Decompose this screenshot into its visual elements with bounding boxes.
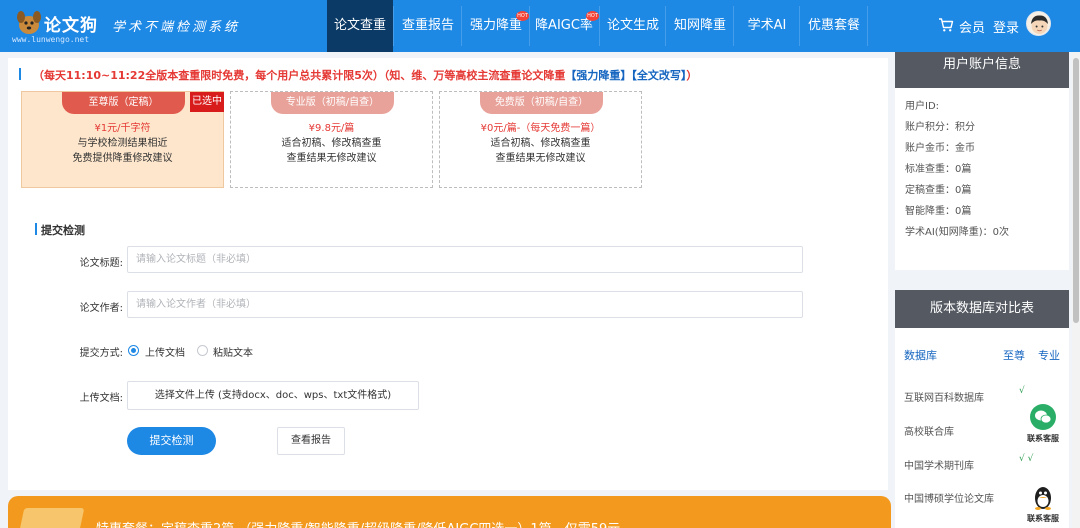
dog-logo-icon — [17, 11, 41, 34]
version-card-tab: 专业版（初稿/自查） — [271, 92, 394, 114]
nav-divider — [733, 6, 734, 46]
radio-upload-doc[interactable] — [128, 345, 139, 356]
member-link[interactable]: 会员 — [959, 17, 985, 36]
top-navbar: 论文狗 www.lunwengo.net 学术不端检测系统 论文查重 查重报告 … — [0, 0, 1080, 52]
scrollbar-thumb[interactable] — [1073, 58, 1079, 323]
nav-item-reduce-aigc[interactable]: 降AIGC率 — [531, 0, 597, 52]
version-price: ¥0元/篇-（每天免费一篇） — [480, 123, 601, 134]
db-row-name: 高校联合库 — [904, 427, 954, 438]
nav-divider — [599, 6, 600, 46]
nav-divider — [461, 6, 462, 46]
submit-method-label: 提交方式: — [79, 348, 123, 359]
db-row-name: 中国博硕学位论文库 — [904, 494, 994, 505]
avatar[interactable] — [1026, 11, 1051, 36]
nav-divider — [867, 6, 868, 46]
nav-divider — [393, 6, 394, 46]
promo-banner[interactable]: 特惠套餐：定稿查重2篇 （强力降重/智能降重/超级降重/降低AIGC四选一）1篇… — [8, 496, 891, 528]
version-desc-line2: 查重结果无修改建议 — [286, 153, 377, 164]
radio-paste-text-label[interactable]: 粘贴文本 — [213, 344, 253, 359]
db-col-database: 数据库 — [904, 349, 937, 362]
version-desc-line1: 适合初稿、修改稿查重 — [490, 138, 591, 149]
nav-divider — [665, 6, 666, 46]
view-report-button[interactable]: 查看报告 — [277, 427, 345, 455]
strong-rewrite-link[interactable]: 【强力降重】 — [565, 69, 631, 82]
db-col-supreme: 至尊 — [1003, 349, 1025, 362]
wechat-icon[interactable] — [1030, 404, 1056, 430]
paper-author-input[interactable] — [127, 291, 803, 318]
version-desc-line2: 查重结果无修改建议 — [495, 153, 586, 164]
hot-badge: HOT — [516, 11, 529, 21]
cart-icon[interactable] — [938, 17, 954, 33]
version-price: ¥9.8元/篇 — [308, 123, 355, 134]
db-row-marks: √ — [1019, 386, 1025, 396]
paper-author-label: 论文作者: — [79, 303, 123, 314]
promo-notice-tail: ） — [686, 69, 698, 82]
promo-notice: （每天11:10~11:22全版本查重限时免费，每个用户总共累计限5次）（知、维… — [33, 67, 697, 83]
db-row-name: 中国学术期刊库 — [904, 461, 974, 472]
account-points: 账户积分：积分 — [905, 122, 975, 133]
promo-banner-text: 特惠套餐：定稿查重2篇 （强力降重/智能降重/超级降重/降低AIGC四选一）1篇… — [96, 518, 620, 528]
account-smart-rewrite: 智能降重：0篇 — [905, 206, 972, 217]
nav-item-academic-ai[interactable]: 学术AI — [735, 0, 799, 52]
paper-title-label: 论文标题: — [79, 258, 123, 269]
nav-divider — [529, 6, 530, 46]
account-user-id: 用户ID: — [905, 101, 940, 112]
hot-badge: HOT — [586, 11, 599, 21]
account-academic-ai: 学术AI(知网降重)：0次 — [905, 227, 1009, 238]
qq-icon[interactable] — [1032, 483, 1054, 511]
upload-doc-label: 上传文档: — [79, 393, 123, 404]
user-avatar-icon — [1031, 15, 1048, 34]
nav-divider — [799, 6, 800, 46]
brand-url: www.lunwengo.net — [12, 35, 90, 44]
account-info-title: 用户账户信息 — [895, 52, 1069, 88]
nav-item-paper-check[interactable]: 论文查重 — [327, 0, 393, 52]
radio-paste-text[interactable] — [197, 345, 208, 356]
section-title: 提交检测 — [41, 224, 85, 237]
radio-upload-doc-label[interactable]: 上传文档 — [145, 344, 185, 359]
main-panel: （每天11:10~11:22全版本查重限时免费，每个用户总共累计限5次）（知、维… — [8, 58, 888, 490]
submit-check-button[interactable]: 提交检测 — [127, 427, 216, 455]
version-desc-line1: 与学校检测结果相近 — [77, 138, 168, 149]
account-coins: 账户金币：金币 — [905, 143, 975, 154]
nav-item-strong-rewrite[interactable]: 强力降重 — [463, 0, 529, 52]
choose-file-button[interactable]: 选择文件上传 (支持docx、doc、wps、txt文件格式) — [127, 381, 419, 410]
section-accent-bar — [35, 223, 37, 235]
wechat-bubbles-icon — [1035, 410, 1052, 424]
version-card-tab: 免费版（初稿/自查） — [480, 92, 603, 114]
nav-item-paper-generate[interactable]: 论文生成 — [601, 0, 665, 52]
version-desc-line1: 适合初稿、修改稿查重 — [281, 138, 382, 149]
login-link[interactable]: 登录 — [993, 17, 1019, 36]
version-card-supreme[interactable]: 至尊版（定稿） 已选中 ¥1元/千字符 与学校检测结果相近 免费提供降重修改建议 — [21, 91, 224, 188]
wechat-contact-label[interactable]: 联系客服 — [1027, 433, 1059, 444]
db-row-marks: √ √ — [1019, 454, 1034, 464]
version-desc-line2: 免费提供降重修改建议 — [72, 153, 173, 164]
paper-title-input[interactable] — [127, 246, 803, 273]
gift-box-icon — [19, 508, 85, 528]
db-compare-title: 版本数据库对比表 — [895, 290, 1069, 328]
db-col-pro: 专业 — [1038, 349, 1060, 362]
brand-name: 论文狗 — [44, 16, 98, 36]
account-info-panel: 用户账户信息 用户ID: 账户积分：积分 账户金币：金币 标准查重：0篇 定稿查… — [895, 52, 1069, 270]
qq-contact-label[interactable]: 联系客服 — [1027, 513, 1059, 524]
version-card-tab: 至尊版（定稿） — [62, 92, 185, 114]
nav-item-check-report[interactable]: 查重报告 — [395, 0, 461, 52]
brand-logo[interactable]: 论文狗 www.lunwengo.net — [10, 5, 110, 47]
nav-item-discount-package[interactable]: 优惠套餐 — [801, 0, 867, 52]
version-card-free[interactable]: 免费版（初稿/自查） ¥0元/篇-（每天免费一篇） 适合初稿、修改稿查重 查重结… — [439, 91, 642, 188]
selected-badge: 已选中 — [190, 92, 224, 112]
brand-slogan: 学术不端检测系统 — [112, 20, 241, 35]
full-rewrite-link[interactable]: 【全文改写】 — [631, 69, 686, 82]
notice-accent-bar — [19, 68, 21, 80]
db-row-name: 互联网百科数据库 — [904, 393, 984, 404]
account-standard-check: 标准查重：0篇 — [905, 164, 972, 175]
version-price: ¥1元/千字符 — [94, 123, 151, 134]
account-final-check: 定稿查重：0篇 — [905, 185, 972, 196]
version-card-pro[interactable]: 专业版（初稿/自查） ¥9.8元/篇 适合初稿、修改稿查重 查重结果无修改建议 — [230, 91, 433, 188]
nav-item-cnki-rewrite[interactable]: 知网降重 — [667, 0, 733, 52]
promo-notice-text: （每天11:10~11:22全版本查重限时免费，每个用户总共累计限5次）（知、维… — [33, 69, 566, 82]
